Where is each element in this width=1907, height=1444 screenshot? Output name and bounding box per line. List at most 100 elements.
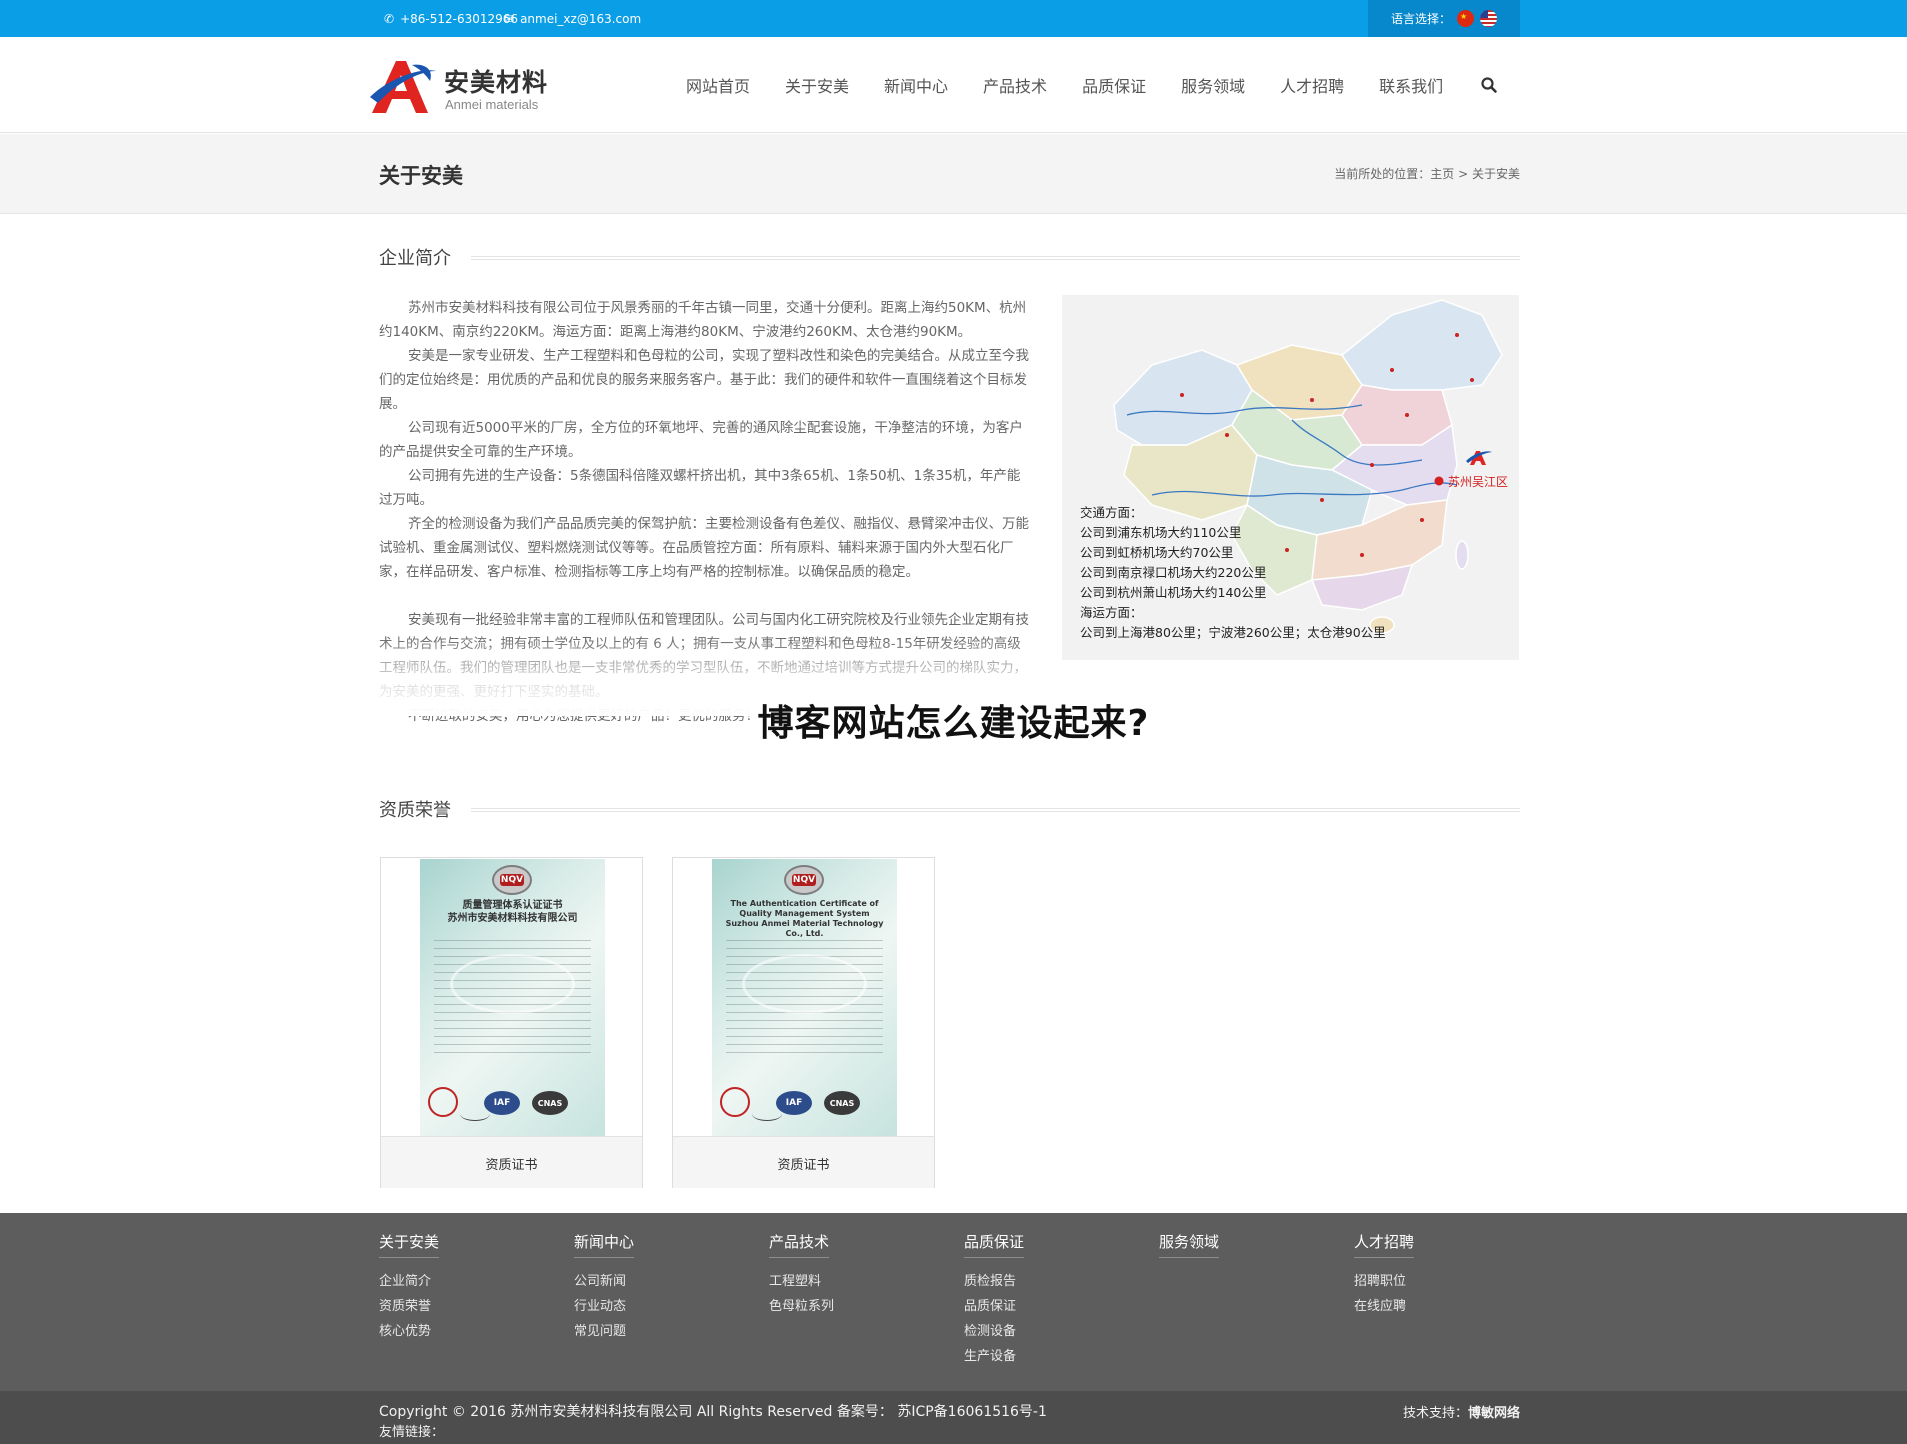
footer-link[interactable]: 质检报告 xyxy=(964,1269,1024,1294)
footer-link[interactable]: 资质荣誉 xyxy=(379,1294,439,1319)
cert-badge-icon: NQV xyxy=(784,865,824,895)
search-icon[interactable] xyxy=(1480,76,1498,94)
footer-column-about: 关于安美 企业简介 资质荣誉 核心优势 xyxy=(379,1231,440,1344)
mail-icon: ✉ xyxy=(504,11,515,26)
certificate-image[interactable]: NQV The Authentication Certificate of Qu… xyxy=(712,859,897,1137)
site-footer: 关于安美 企业简介 资质荣誉 核心优势 新闻中心 公司新闻 行业动态 常见问题 … xyxy=(0,1213,1907,1391)
footer-link[interactable]: 企业简介 xyxy=(379,1269,439,1294)
footer-column-title[interactable]: 人才招聘 xyxy=(1354,1231,1415,1258)
cert-watermark xyxy=(450,954,575,1014)
page-title: 关于安美 xyxy=(379,164,463,188)
intro-paragraph: 公司拥有先进的生产设备：5条德国科倍隆双螺杆挤出机，其中3条65机、1条50机、… xyxy=(379,468,1021,508)
copyright-text: Copyright © 2016 苏州市安美材料科技有限公司 All Right… xyxy=(379,1404,1047,1420)
red-seal-icon xyxy=(428,1087,458,1117)
tech-support: 技术支持：博敏网络 xyxy=(1403,1402,1520,1421)
footer-column-careers: 人才招聘 招聘职位 在线应聘 xyxy=(1354,1231,1415,1319)
map-info-line: 交通方面： xyxy=(1080,505,1143,520)
email-contact[interactable]: ✉ anmei_xz@163.com xyxy=(504,0,641,37)
nav-item-products[interactable]: 产品技术 xyxy=(983,73,1047,97)
friend-links-label: 友情链接： xyxy=(379,1425,445,1440)
certificate-caption[interactable]: 资质证书 xyxy=(673,1154,934,1173)
nav-item-about[interactable]: 关于安美 xyxy=(785,73,849,97)
map-info-line: 公司到上海港80公里；宁波港260公里；太仓港90公里 xyxy=(1080,625,1386,640)
map-transport-info: 交通方面： 公司到浦东机场大约110公里 公司到虹桥机场大约70公里 公司到南京… xyxy=(1080,503,1386,643)
footer-column-title[interactable]: 新闻中心 xyxy=(574,1231,635,1258)
china-location-map: 苏州吴江区 交通方面： 公司到浦东机场大约110公里 公司到虹桥机场大约70公里… xyxy=(1062,295,1519,660)
signature xyxy=(752,1107,782,1121)
map-info-line: 公司到浦东机场大约110公里 xyxy=(1080,525,1242,540)
cnas-seal-icon: CNAS xyxy=(824,1091,860,1115)
intro-paragraph: 公司现有近5000平米的厂房，全方位的环氧地坪、完善的通风除尘配套设施，干净整洁… xyxy=(379,420,1023,460)
heading-divider xyxy=(471,808,1520,812)
footer-column-services: 服务领域 xyxy=(1159,1231,1220,1258)
site-header: 安美材料 Anmei materials 网站首页 关于安美 新闻中心 产品技术… xyxy=(0,37,1907,133)
copyright-bar: Copyright © 2016 苏州市安美材料科技有限公司 All Right… xyxy=(0,1391,1907,1444)
page-title-band: 关于安美 当前所处的位置：主页 > 关于安美 xyxy=(0,134,1907,214)
logo-text-en: Anmei materials xyxy=(445,97,539,112)
phone-icon: ✆ xyxy=(384,11,395,26)
phone-contact: ✆ +86-512-63012966 xyxy=(384,0,518,37)
section-heading-intro: 企业简介 xyxy=(379,244,1520,274)
footer-link[interactable]: 生产设备 xyxy=(964,1344,1024,1369)
footer-column-news: 新闻中心 公司新闻 行业动态 常见问题 xyxy=(574,1231,635,1344)
cnas-seal-icon: CNAS xyxy=(532,1091,568,1115)
nav-item-services[interactable]: 服务领域 xyxy=(1181,73,1245,97)
footer-column-title[interactable]: 品质保证 xyxy=(964,1231,1025,1258)
breadcrumb-home-link[interactable]: 主页 xyxy=(1430,167,1454,181)
footer-column-quality: 品质保证 质检报告 品质保证 检测设备 生产设备 xyxy=(964,1231,1025,1369)
footer-link[interactable]: 招聘职位 xyxy=(1354,1269,1414,1294)
site-logo[interactable]: 安美材料 Anmei materials xyxy=(368,57,568,117)
nav-item-contact[interactable]: 联系我们 xyxy=(1379,73,1443,97)
breadcrumb-prefix: 当前所处的位置： xyxy=(1334,167,1431,181)
footer-column-title[interactable]: 产品技术 xyxy=(769,1231,830,1258)
email-address[interactable]: anmei_xz@163.com xyxy=(520,12,641,26)
map-info-line: 海运方面： xyxy=(1080,605,1143,620)
footer-link[interactable]: 检测设备 xyxy=(964,1319,1024,1344)
tech-support-label: 技术支持： xyxy=(1402,1406,1468,1421)
certificate-caption[interactable]: 资质证书 xyxy=(381,1154,642,1173)
footer-column-products: 产品技术 工程塑料 色母粒系列 xyxy=(769,1231,834,1319)
breadcrumb-separator: > xyxy=(1454,167,1472,181)
footer-link[interactable]: 常见问题 xyxy=(574,1319,634,1344)
company-intro-text: 苏州市安美材料科技有限公司位于风景秀丽的千年古镇一同里，交通十分便利。距离上海约… xyxy=(377,296,1034,728)
language-label: 语言选择： xyxy=(1390,12,1451,26)
map-location-label: 苏州吴江区 xyxy=(1448,475,1509,489)
flag-cn-icon[interactable] xyxy=(1457,10,1474,27)
cert-badge-icon: NQV xyxy=(492,865,532,895)
footer-link[interactable]: 行业动态 xyxy=(574,1294,634,1319)
intro-paragraph: 齐全的检测设备为我们产品品质完美的保驾护航：主要检测设备有色差仪、融指仪、悬臂梁… xyxy=(379,516,1029,580)
language-selector: 语言选择： xyxy=(1368,0,1520,37)
nav-item-careers[interactable]: 人才招聘 xyxy=(1280,73,1344,97)
certificate-card[interactable]: NQV The Authentication Certificate of Qu… xyxy=(672,857,935,1188)
tech-support-link[interactable]: 博敏网络 xyxy=(1468,1406,1520,1421)
cert-watermark xyxy=(742,954,867,1014)
nav-item-news[interactable]: 新闻中心 xyxy=(884,73,948,97)
section-title-honors: 资质荣誉 xyxy=(379,796,467,822)
map-info-line: 公司到虹桥机场大约70公里 xyxy=(1080,545,1234,560)
footer-link[interactable]: 色母粒系列 xyxy=(769,1294,834,1319)
signature xyxy=(460,1107,490,1121)
map-info-line: 公司到杭州萧山机场大约140公里 xyxy=(1080,585,1267,600)
certificate-image[interactable]: NQV 质量管理体系认证证书 苏州市安美材料科技有限公司 IAF CNAS xyxy=(420,859,605,1137)
intro-paragraph: 安美是一家专业研发、生产工程塑料和色母粒的公司，实现了塑料改性和染色的完美结合。… xyxy=(379,348,1029,412)
logo-mark-icon xyxy=(370,61,436,113)
footer-link[interactable]: 品质保证 xyxy=(964,1294,1024,1319)
intro-paragraph: 苏州市安美材料科技有限公司位于风景秀丽的千年古镇一同里，交通十分便利。距离上海约… xyxy=(379,300,1027,340)
footer-column-title[interactable]: 服务领域 xyxy=(1159,1231,1220,1258)
footer-link[interactable]: 在线应聘 xyxy=(1354,1294,1414,1319)
overlay-title: 博客网站怎么建设起来? xyxy=(757,703,1150,744)
top-bar: ✆ +86-512-63012966 ✉ anmei_xz@163.com 语言… xyxy=(0,0,1907,37)
section-title-intro: 企业简介 xyxy=(379,244,467,270)
certificate-card[interactable]: NQV 质量管理体系认证证书 苏州市安美材料科技有限公司 IAF CNAS 资质… xyxy=(380,857,643,1188)
flag-us-icon[interactable] xyxy=(1480,10,1497,27)
nav-item-quality[interactable]: 品质保证 xyxy=(1082,73,1146,97)
footer-link[interactable]: 工程塑料 xyxy=(769,1269,834,1294)
map-info-line: 公司到南京禄口机场大约220公里 xyxy=(1080,565,1267,580)
heading-divider xyxy=(471,256,1520,260)
breadcrumb-current[interactable]: 关于安美 xyxy=(1472,167,1520,181)
nav-item-home[interactable]: 网站首页 xyxy=(686,73,750,97)
main-nav: 网站首页 关于安美 新闻中心 产品技术 品质保证 服务领域 人才招聘 联系我们 xyxy=(686,37,1498,133)
footer-link[interactable]: 核心优势 xyxy=(379,1319,439,1344)
footer-column-title[interactable]: 关于安美 xyxy=(379,1231,440,1258)
footer-link[interactable]: 公司新闻 xyxy=(574,1269,634,1294)
